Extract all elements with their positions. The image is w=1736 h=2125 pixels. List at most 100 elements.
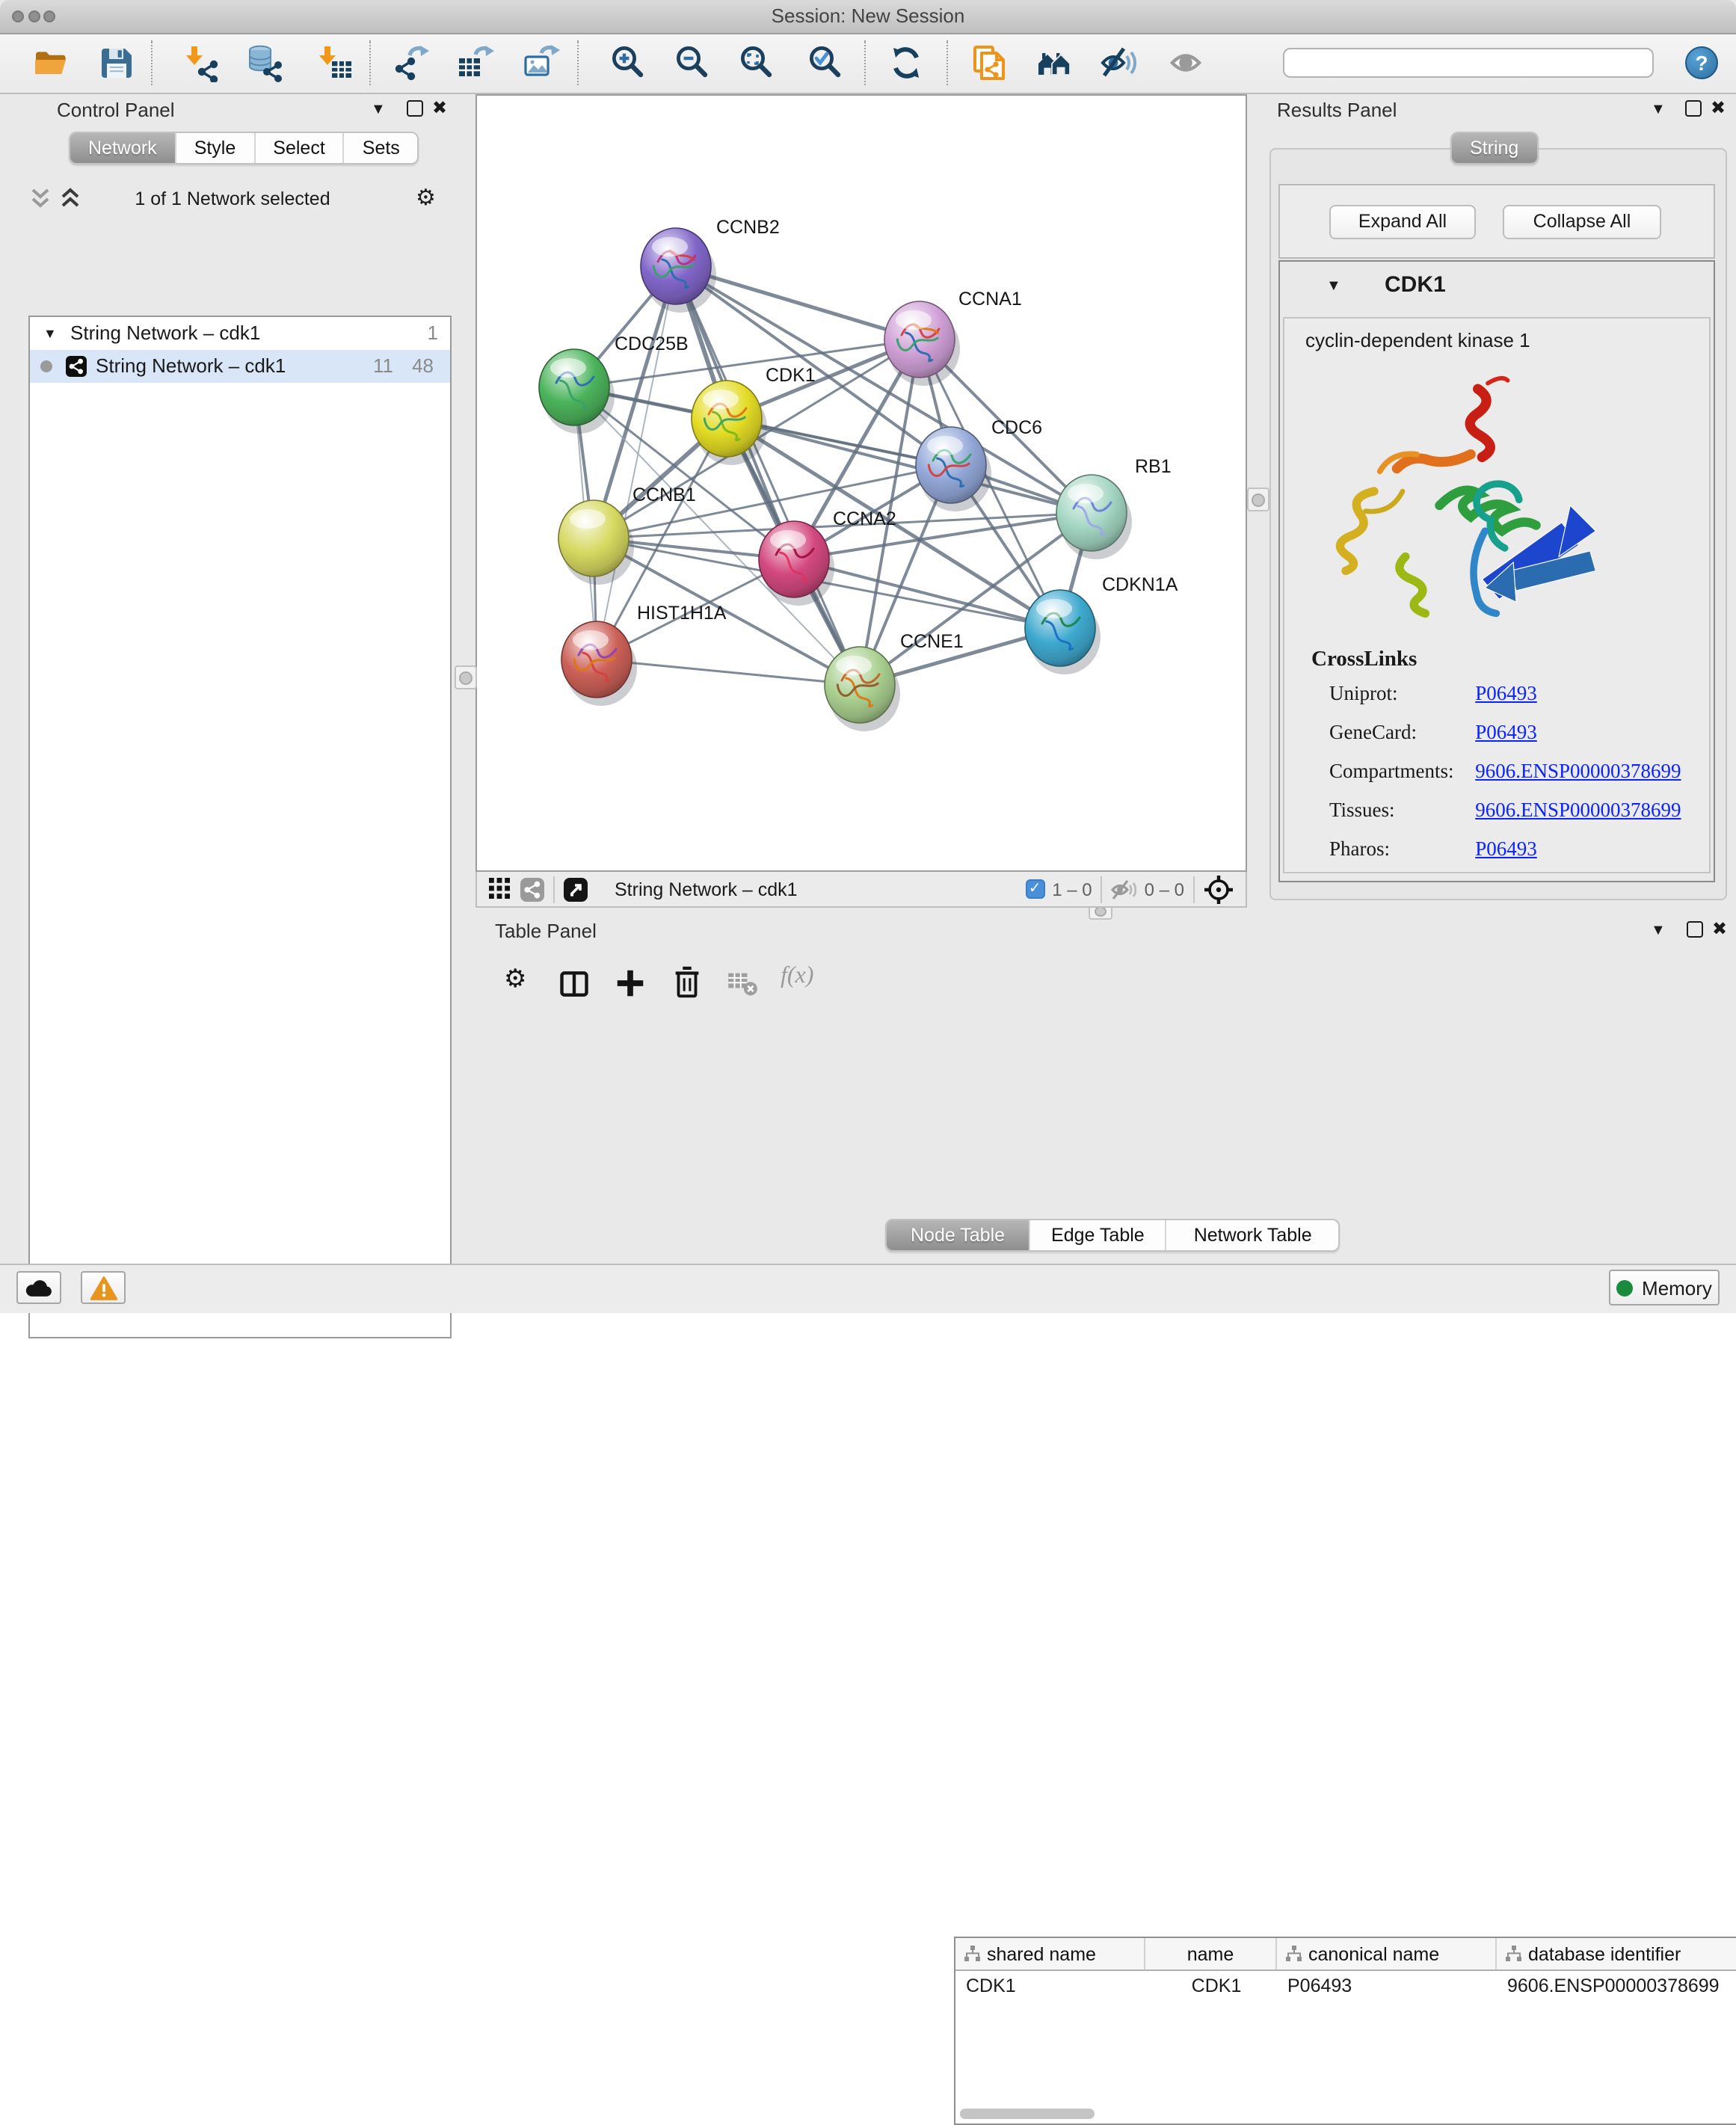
network-node-CDC25B[interactable] — [539, 349, 615, 434]
network-node-CDKN1A[interactable] — [1025, 590, 1101, 674]
eye-slash-icon — [1099, 43, 1138, 82]
network-node-CDK1[interactable] — [692, 381, 767, 465]
toolbar-separator — [864, 40, 866, 85]
tab-node-table[interactable]: Node Table — [887, 1220, 1029, 1250]
table-type-tabs: Node Table Edge Table Network Table — [885, 1219, 1341, 1252]
panel-close-icon[interactable]: ✖ — [1712, 921, 1727, 936]
collapse-all-button[interactable]: Collapse All — [1503, 205, 1661, 239]
zoom-selected-icon — [806, 43, 845, 82]
network-node-CCNA1[interactable] — [884, 301, 960, 386]
crosslink-link[interactable]: 9606.ENSP00000378699 — [1475, 799, 1681, 821]
search-input[interactable] — [1283, 48, 1654, 78]
open-session-button[interactable] — [30, 42, 72, 84]
save-session-button[interactable] — [96, 42, 138, 84]
string-view-icon[interactable] — [520, 877, 544, 901]
table-row[interactable]: CDK1 CDK1 P06493 9606.ENSP00000378699 cy… — [955, 1971, 1736, 2001]
node-label-CCNE1: CCNE1 — [900, 631, 964, 652]
control-panel-title: Control Panel — [57, 99, 175, 121]
zoom-selected-button[interactable] — [804, 42, 846, 84]
network-node-HIST1H1A[interactable] — [561, 621, 637, 706]
network-node-CDC6[interactable] — [916, 427, 991, 511]
cloud-services-button[interactable] — [16, 1271, 61, 1304]
help-button[interactable]: ? — [1685, 46, 1718, 79]
tab-edge-table[interactable]: Edge Table — [1029, 1220, 1166, 1250]
panel-menu-icon[interactable]: ▼ — [371, 103, 386, 118]
network-canvas[interactable]: CCNB2CCNA1CDC25BCDK1CDC6RB1CCNB1CCNA2CDK… — [475, 94, 1247, 872]
add-column-icon[interactable] — [613, 966, 647, 1000]
network-status-dot — [40, 360, 52, 372]
collection-count: 1 — [428, 317, 438, 350]
birds-eye-view-icon[interactable] — [1204, 874, 1234, 904]
panel-float-icon[interactable] — [1687, 921, 1703, 938]
network-node-CCNA2[interactable] — [759, 521, 834, 606]
warnings-button[interactable] — [81, 1271, 126, 1304]
panel-close-icon[interactable]: ✖ — [432, 100, 447, 115]
tab-sets[interactable]: Sets — [343, 133, 418, 163]
zoom-fit-button[interactable] — [736, 42, 778, 84]
zoom-fit-icon — [737, 43, 776, 82]
hide-selected-button[interactable] — [1098, 42, 1139, 84]
selected-checkbox-icon[interactable]: ✓ — [1025, 879, 1044, 899]
memory-button[interactable]: Memory — [1609, 1270, 1720, 1306]
crosslink-link[interactable]: P06493 — [1475, 682, 1537, 704]
import-network-from-database-button[interactable] — [244, 42, 286, 84]
column-header-canonical-name[interactable]: canonical name — [1277, 1938, 1497, 1969]
crosslink-link[interactable]: P06493 — [1475, 837, 1537, 860]
protein-details: cyclin-dependent kinase 1 Cros — [1283, 317, 1711, 873]
table-panel-title: Table Panel — [495, 920, 597, 942]
zoom-in-button[interactable] — [607, 42, 649, 84]
first-neighbors-button[interactable] — [1033, 42, 1075, 84]
tab-network[interactable]: Network — [70, 133, 175, 163]
network-edge[interactable] — [597, 266, 676, 659]
left-splitter-handle[interactable] — [455, 665, 477, 689]
network-collection-row[interactable]: ▼ String Network – cdk1 1 — [30, 317, 450, 350]
tab-string[interactable]: String — [1452, 133, 1536, 163]
tab-select[interactable]: Select — [253, 133, 343, 163]
show-all-button[interactable] — [1168, 42, 1210, 84]
panel-float-icon[interactable] — [407, 100, 423, 117]
horizontal-scrollbar-thumb[interactable] — [960, 2109, 1095, 2119]
network-node-CCNB2[interactable] — [641, 228, 716, 313]
panel-close-icon[interactable]: ✖ — [1711, 100, 1726, 115]
panel-float-icon[interactable] — [1685, 100, 1702, 117]
import-network-from-file-button[interactable] — [181, 42, 223, 84]
open-in-window-icon[interactable] — [564, 877, 588, 901]
status-divider — [553, 876, 555, 902]
show-columns-icon[interactable] — [558, 968, 591, 1000]
crosslink-link[interactable]: P06493 — [1475, 721, 1537, 743]
node-label-CDK1: CDK1 — [766, 365, 816, 386]
collection-expand-icon[interactable]: ▼ — [43, 317, 57, 350]
column-header-name[interactable]: name — [1145, 1938, 1277, 1969]
export-network-button[interactable] — [390, 42, 432, 84]
import-table-from-file-button[interactable] — [314, 42, 356, 84]
zoom-out-button[interactable] — [671, 42, 713, 84]
grid-view-icon[interactable] — [489, 878, 511, 900]
panel-menu-icon[interactable]: ▼ — [1651, 924, 1666, 939]
column-header-database-identifier[interactable]: database identifier — [1497, 1938, 1736, 1969]
clone-network-button[interactable] — [967, 42, 1009, 84]
crosslink-link[interactable]: 9606.ENSP00000378699 — [1475, 760, 1681, 782]
export-image-button[interactable] — [520, 42, 562, 84]
network-row[interactable]: String Network – cdk1 11 48 — [30, 350, 450, 383]
tab-network-table[interactable]: Network Table — [1166, 1220, 1339, 1250]
panel-menu-icon[interactable]: ▼ — [1651, 103, 1666, 118]
table-settings-gear-icon[interactable]: ⚙ — [504, 965, 527, 994]
protein-structure-image — [1317, 363, 1601, 648]
protein-card-collapse-icon[interactable]: ▼ — [1326, 278, 1341, 295]
column-label: name — [1187, 1943, 1234, 1964]
network-status-bar: String Network – cdk1 ✓ 1 – 0 0 – 0 — [475, 872, 1247, 908]
column-header-shared-name[interactable]: shared name — [955, 1938, 1145, 1969]
expand-all-button[interactable]: Expand All — [1329, 205, 1476, 239]
clone-network-icon — [969, 43, 1008, 82]
crosslink-row: Pharos: P06493 — [1329, 837, 1703, 876]
tab-style[interactable]: Style — [175, 133, 254, 163]
toolbar-separator — [151, 40, 153, 85]
crosslink-row: Tissues: 9606.ENSP00000378699 — [1329, 799, 1703, 837]
network-options-gear-icon[interactable]: ⚙ — [416, 184, 436, 211]
hierarchy-icon — [964, 1946, 981, 1962]
network-node-CCNE1[interactable] — [825, 647, 900, 731]
network-node-RB1[interactable] — [1056, 475, 1132, 559]
export-table-button[interactable] — [455, 42, 496, 84]
delete-column-trash-icon[interactable] — [670, 965, 704, 1000]
apply-layout-button[interactable] — [885, 42, 927, 84]
